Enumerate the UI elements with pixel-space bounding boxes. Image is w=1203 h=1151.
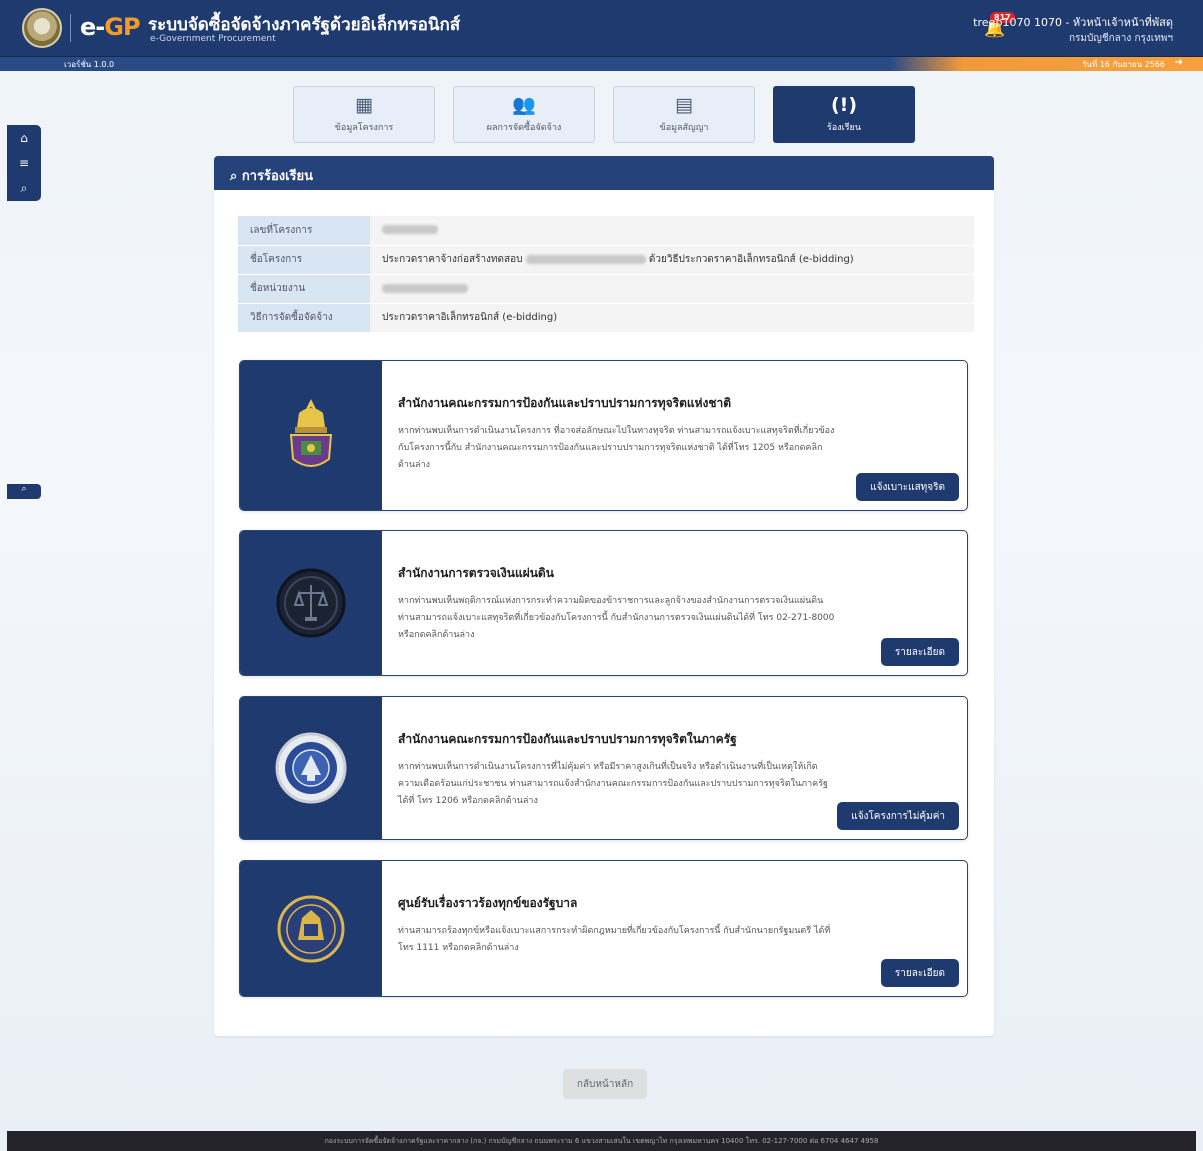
search-icon: ⌕: [230, 169, 242, 184]
complaint-icon: (!): [830, 93, 858, 116]
tab-label: ร้องเรียน: [827, 122, 861, 133]
oag-emblem-icon: [276, 568, 346, 638]
current-date: วันที่ 16 กันยายน 2566: [1081, 60, 1165, 69]
left-quick-menu: ⌂ ≡ ⌕: [7, 125, 41, 201]
complaint-panel-header: ⌕ การร้องเรียน: [214, 156, 994, 190]
project-number-value: [370, 216, 974, 246]
sub-header-bar: [0, 57, 1203, 71]
tab-label: ข้อมูลสัญญา: [659, 122, 709, 133]
user-name[interactable]: tregp1070 1070 - หัวหน้าเจ้าหน้าที่พัสดุ: [973, 13, 1173, 31]
table-row: ชื่อโครงการ ประกวดราคาจ้างก่อสร้างทดสอบ …: [238, 245, 974, 275]
card-title: สำนักงานคณะกรรมการป้องกันและปราบปรามการท…: [398, 396, 732, 410]
panel-title: การร้องเรียน: [241, 169, 314, 184]
tab-label: ผลการจัดซื้อจัดจ้าง: [486, 122, 562, 133]
opm-details-button[interactable]: รายละเอียด: [880, 959, 959, 987]
tab-label: ข้อมูลโครงการ: [334, 122, 394, 133]
method-value: ประกวดราคาอิเล็กทรอนิกส์ (e-bidding): [370, 303, 974, 333]
pacc-complaint-card: สำนักงานคณะกรรมการป้องกันและปราบปรามการท…: [239, 696, 968, 840]
card-description: ท่านสามารถร้องทุกข์หรือแจ้งเบาะแสการกระท…: [398, 926, 831, 953]
home-icon[interactable]: ⌂: [20, 131, 28, 145]
oag-details-button[interactable]: รายละเอียด: [880, 638, 959, 666]
back-to-home-button[interactable]: กลับหน้าหลัก: [563, 1069, 647, 1099]
menu-icon[interactable]: ≡: [19, 156, 29, 170]
agency-value: [370, 274, 974, 304]
report-unworthy-project-button[interactable]: แจ้งโครงการไม่คุ้มค่า: [837, 802, 959, 830]
project-name-label: ชื่อโครงการ: [238, 245, 370, 275]
oag-complaint-card: สำนักงานการตรวจเงินแผ่นดิน หากท่านพบเห็น…: [239, 530, 968, 676]
project-name-prefix: ประกวดราคาจ้างก่อสร้างทดสอบ: [382, 254, 523, 265]
search-icon[interactable]: ⌕: [21, 181, 28, 196]
card-description: หากท่านพบเห็นการดำเนินงานโครงการ ที่อาจส…: [398, 426, 835, 470]
card-emblem-panel: [240, 861, 382, 996]
opm-emblem-icon: [277, 895, 345, 962]
app-subtitle: e-Government Procurement: [150, 34, 276, 44]
logo-accent-text: GP: [104, 13, 140, 41]
users-icon: 👥: [512, 93, 536, 116]
side-search-tab[interactable]: ⌕: [7, 484, 41, 499]
project-name-suffix: ด้วยวิธีประกวดราคาอิเล็กทรอนิกส์ (e-bidd…: [648, 254, 854, 265]
tab-project-info[interactable]: ▦ ข้อมูลโครงการ: [293, 86, 435, 143]
redacted-value: [525, 254, 646, 264]
logout-icon[interactable]: ➜: [1175, 57, 1183, 68]
search-icon: ⌕: [21, 484, 27, 494]
redacted-value: [382, 283, 468, 293]
garuda-seal-logo: [22, 8, 62, 48]
opm-complaint-card: ศูนย์รับเรื่องราวร้องทุกข์ของรัฐบาล ท่าน…: [239, 860, 968, 997]
table-row: ชื่อหน่วยงาน: [238, 274, 974, 304]
card-description: หากท่านพบเห็นการดำเนินงานโครงการที่ไม่คุ…: [398, 762, 828, 806]
version-label: เวอร์ชั่น 1.0.0: [64, 60, 115, 69]
card-title: สำนักงานคณะกรรมการป้องกันและปราบปรามการท…: [398, 732, 737, 746]
card-title: สำนักงานการตรวจเงินแผ่นดิน: [398, 566, 554, 580]
document-icon: ▤: [675, 93, 693, 116]
pacc-emblem-icon: [275, 732, 347, 804]
card-title: ศูนย์รับเรื่องราวร้องทุกข์ของรัฐบาล: [398, 896, 578, 910]
tab-complaint[interactable]: (!) ร้องเรียน: [773, 86, 915, 143]
project-number-label: เลขที่โครงการ: [238, 216, 370, 246]
building-icon: ▦: [355, 93, 373, 116]
logo-divider: [70, 14, 71, 42]
method-label: วิธีการจัดซื้อจัดจ้าง: [238, 303, 370, 333]
project-info-table: เลขที่โครงการ ชื่อโครงการ ประกวดราคาจ้าง…: [238, 216, 974, 333]
card-emblem-panel: [240, 697, 382, 839]
egp-logo[interactable]: e-GP: [80, 13, 141, 43]
redacted-value: [382, 225, 438, 235]
tab-procurement-result[interactable]: 👥 ผลการจัดซื้อจัดจ้าง: [453, 86, 595, 143]
card-emblem-panel: [240, 531, 382, 675]
nacc-emblem-icon: [289, 398, 333, 467]
report-corruption-button[interactable]: แจ้งเบาะแสทุจริต: [856, 473, 959, 501]
card-description: หากท่านพบเห็นพฤติการณ์แห่งการกระทำความผิ…: [398, 596, 835, 640]
table-row: วิธีการจัดซื้อจัดจ้าง ประกวดราคาอิเล็กทร…: [238, 303, 974, 333]
logo-main-text: e-: [80, 13, 105, 41]
table-row: เลขที่โครงการ: [238, 216, 974, 246]
tab-contract-info[interactable]: ▤ ข้อมูลสัญญา: [613, 86, 755, 143]
footer: กองระบบการจัดซื้อจัดจ้างภาครัฐและราคากลา…: [7, 1131, 1196, 1151]
card-emblem-panel: [240, 361, 382, 510]
user-department: กรมบัญชีกลาง กรุงเทพฯ: [1068, 33, 1173, 44]
project-name-value: ประกวดราคาจ้างก่อสร้างทดสอบ ด้วยวิธีประก…: [370, 245, 974, 275]
agency-label: ชื่อหน่วยงาน: [238, 274, 370, 304]
nacc-complaint-card: สำนักงานคณะกรรมการป้องกันและปราบปรามการท…: [239, 360, 968, 511]
